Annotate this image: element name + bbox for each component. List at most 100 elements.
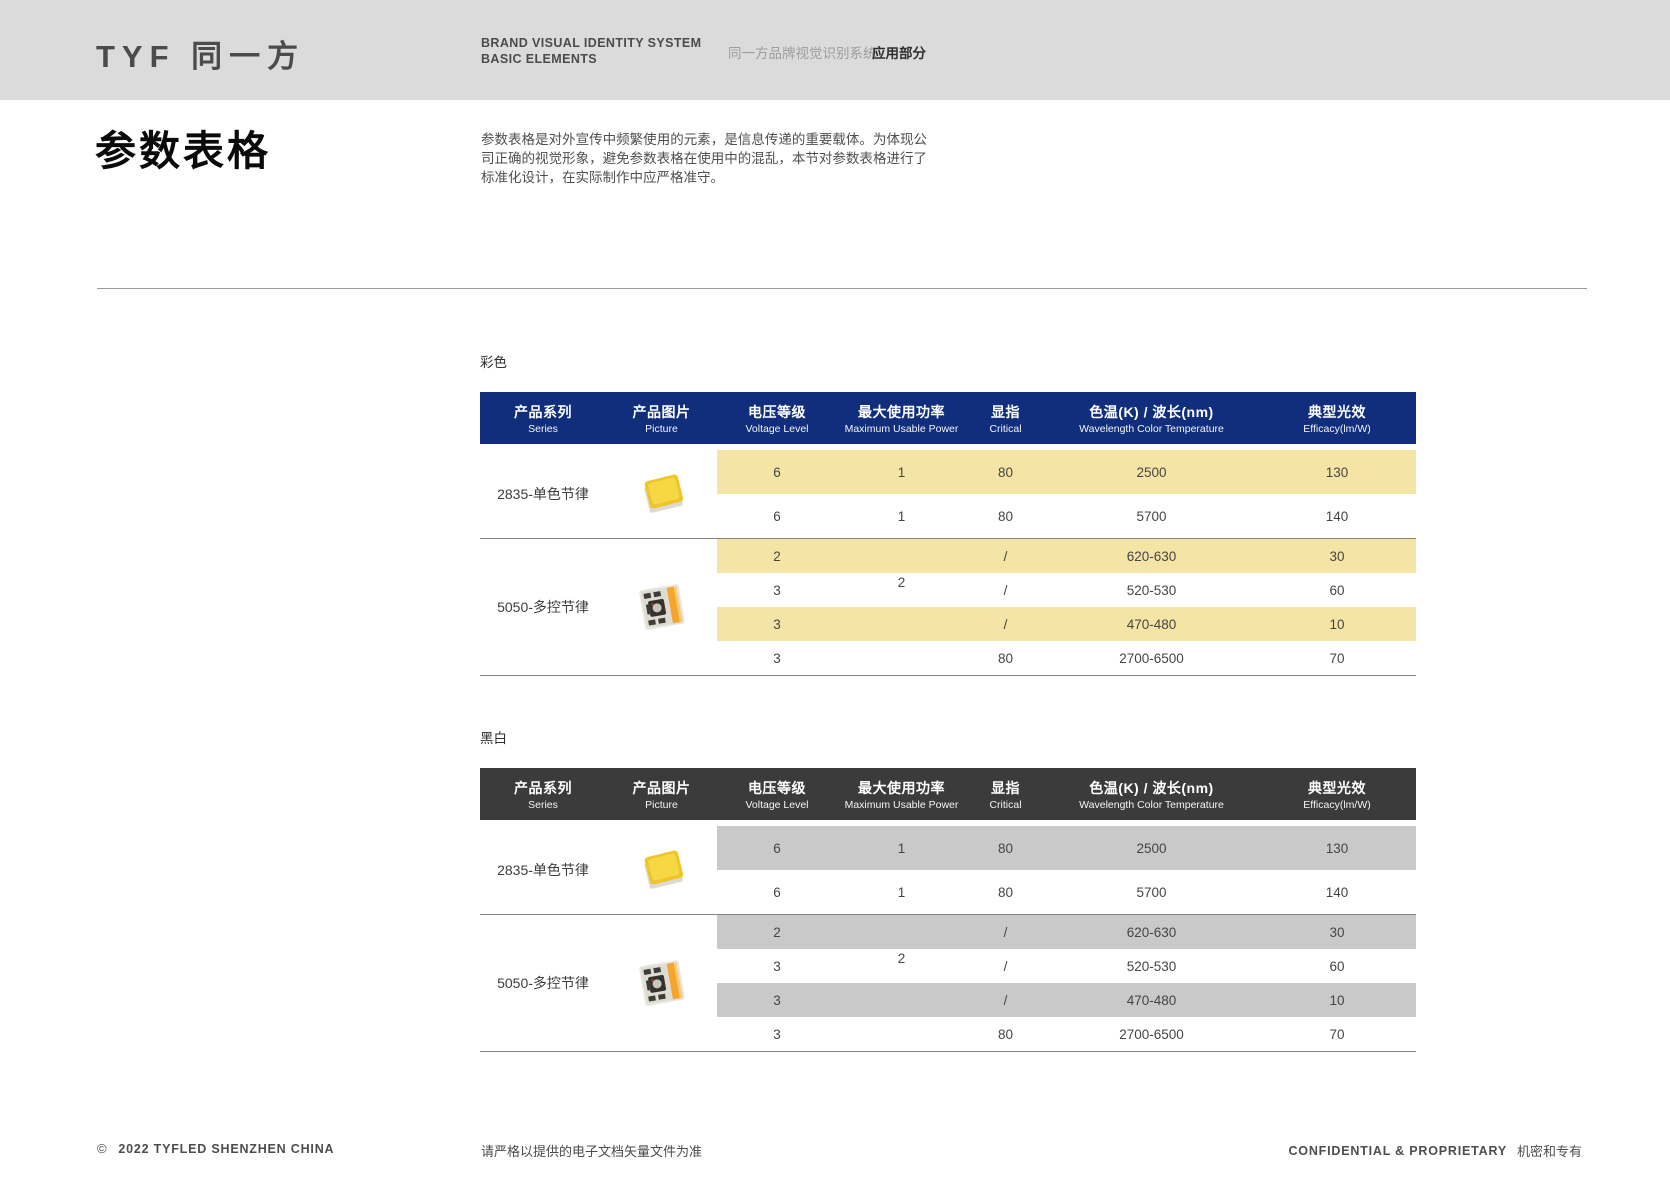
group-rows: 2/620-6303032/520-530603/470-48010380270… xyxy=(717,915,1416,1051)
table-bottom-line xyxy=(480,1051,1416,1052)
cell-value: 470-480 xyxy=(1127,993,1177,1008)
column-header-cn: 电压等级 xyxy=(748,402,806,422)
cell-value: 6 xyxy=(773,841,781,856)
cell-value: 70 xyxy=(1329,651,1344,666)
value-cell: 2500 xyxy=(1045,465,1258,480)
value-cell: 620-630 xyxy=(1045,925,1258,940)
cell-value: / xyxy=(1004,925,1008,940)
column-header-en: Voltage Level xyxy=(745,799,808,811)
value-cell: 3 xyxy=(717,583,837,598)
column-header: 最大使用功率Maximum Usable Power xyxy=(837,768,966,820)
column-header: 电压等级Voltage Level xyxy=(717,768,837,820)
cell-value: 80 xyxy=(998,509,1013,524)
cell-value: 30 xyxy=(1329,925,1344,940)
value-cell: / xyxy=(966,993,1045,1008)
column-header-en: Voltage Level xyxy=(745,423,808,435)
cell-value: 2 xyxy=(773,925,781,940)
value-cell: 3 xyxy=(717,959,837,974)
brand-title-line1: BRAND VISUAL IDENTITY SYSTEM xyxy=(481,35,701,51)
product-group: 5050-多控节律 2/620-6303032/520-530603/470-4… xyxy=(480,539,1416,675)
group-rows: 6180250013061805700140 xyxy=(717,826,1416,914)
cell-value: 60 xyxy=(1329,583,1344,598)
column-header-cn: 显指 xyxy=(991,778,1020,798)
column-header-cn: 产品图片 xyxy=(633,402,691,422)
cell-value: 6 xyxy=(773,885,781,900)
value-cell: / xyxy=(966,925,1045,940)
cell-value: 80 xyxy=(998,885,1013,900)
footer-note: 请严格以提供的电子文档矢量文件为准 xyxy=(481,1141,702,1160)
footer-copyright: © 2022 TYFLED SHENZHEN CHINA xyxy=(97,1141,334,1156)
value-cell: 130 xyxy=(1258,465,1416,480)
cell-value: 5700 xyxy=(1136,885,1166,900)
value-cell: 470-480 xyxy=(1045,617,1258,632)
content-divider xyxy=(97,288,1587,289)
value-cell: 520-530 xyxy=(1045,959,1258,974)
value-cell: 1 xyxy=(837,885,966,900)
column-header: 产品图片Picture xyxy=(606,768,717,820)
copyright-icon: © xyxy=(97,1141,107,1156)
value-cell: 70 xyxy=(1258,1027,1416,1042)
column-header-cn: 产品系列 xyxy=(514,778,572,798)
cell-value: 140 xyxy=(1326,509,1349,524)
column-header: 产品系列Series xyxy=(480,392,606,444)
column-header: 显指Critical xyxy=(966,768,1045,820)
column-header: 色温(K) / 波长(nm)Wavelength Color Temperatu… xyxy=(1045,768,1258,820)
table-body: 2835-单色节律 61802500130618057001405050-多控节… xyxy=(480,450,1416,676)
brand-title: BRAND VISUAL IDENTITY SYSTEM BASIC ELEME… xyxy=(481,35,701,67)
cell-value: 2 xyxy=(898,575,906,590)
value-cell: 2 xyxy=(837,959,966,974)
led-chip-2835-icon xyxy=(606,826,717,914)
product-group: 2835-单色节律 6180250013061805700140 xyxy=(480,826,1416,914)
cell-value: 3 xyxy=(773,1027,781,1042)
series-name-cell: 2835-单色节律 xyxy=(480,826,606,914)
system-name-label: 同一方品牌视觉识别系统 xyxy=(728,42,877,62)
value-cell: 6 xyxy=(717,841,837,856)
cell-value: / xyxy=(1004,617,1008,632)
cell-value: / xyxy=(1004,959,1008,974)
table-row: 32/520-53060 xyxy=(717,573,1416,607)
value-cell: 140 xyxy=(1258,509,1416,524)
table-row: 61802500130 xyxy=(717,826,1416,870)
column-header-en: Series xyxy=(528,799,558,811)
cell-value: 80 xyxy=(998,841,1013,856)
column-header: 典型光效Efficacy(lm/W) xyxy=(1258,392,1416,444)
column-header-en: Picture xyxy=(645,423,678,435)
cell-value: 2700-6500 xyxy=(1119,651,1184,666)
value-cell: 2500 xyxy=(1045,841,1258,856)
column-header: 显指Critical xyxy=(966,392,1045,444)
cell-value: 2700-6500 xyxy=(1119,1027,1184,1042)
cell-value: 2500 xyxy=(1136,465,1166,480)
table-header-row: 产品系列Series产品图片Picture电压等级Voltage Level最大… xyxy=(480,768,1416,820)
cell-value: 470-480 xyxy=(1127,617,1177,632)
value-cell: 80 xyxy=(966,509,1045,524)
column-header-en: Picture xyxy=(645,799,678,811)
footer-confidential: CONFIDENTIAL & PROPRIETARY 机密和专有 xyxy=(1288,1141,1582,1160)
column-header: 电压等级Voltage Level xyxy=(717,392,837,444)
column-header: 典型光效Efficacy(lm/W) xyxy=(1258,768,1416,820)
cell-value: 1 xyxy=(898,885,906,900)
cell-value: 10 xyxy=(1329,993,1344,1008)
table-row: 3802700-650070 xyxy=(717,641,1416,675)
column-header: 最大使用功率Maximum Usable Power xyxy=(837,392,966,444)
value-cell: 70 xyxy=(1258,651,1416,666)
intro-paragraph: 参数表格是对外宣传中频繁使用的元素，是信息传递的重要载体。为体现公司正确的视觉形… xyxy=(481,130,927,187)
brand-title-line2: BASIC ELEMENTS xyxy=(481,51,701,67)
column-header-en: Critical xyxy=(989,423,1021,435)
value-cell: 2 xyxy=(837,583,966,598)
table-section: 彩色产品系列Series产品图片Picture电压等级Voltage Level… xyxy=(480,355,1416,676)
table-row: 2/620-63030 xyxy=(717,539,1416,573)
series-name-cell: 5050-多控节律 xyxy=(480,915,606,1051)
cell-value: 3 xyxy=(773,583,781,598)
cell-value: 2 xyxy=(773,549,781,564)
led-chip-5050-icon xyxy=(606,915,717,1051)
application-section-label: 应用部分 xyxy=(872,42,926,62)
column-header-en: Efficacy(lm/W) xyxy=(1303,423,1370,435)
value-cell: 80 xyxy=(966,885,1045,900)
value-cell: 130 xyxy=(1258,841,1416,856)
value-cell: 2 xyxy=(717,549,837,564)
value-cell: 80 xyxy=(966,465,1045,480)
column-header-cn: 产品图片 xyxy=(633,778,691,798)
cell-value: 3 xyxy=(773,651,781,666)
column-header-en: Maximum Usable Power xyxy=(845,799,959,811)
table-section-label: 黑白 xyxy=(480,731,1416,747)
